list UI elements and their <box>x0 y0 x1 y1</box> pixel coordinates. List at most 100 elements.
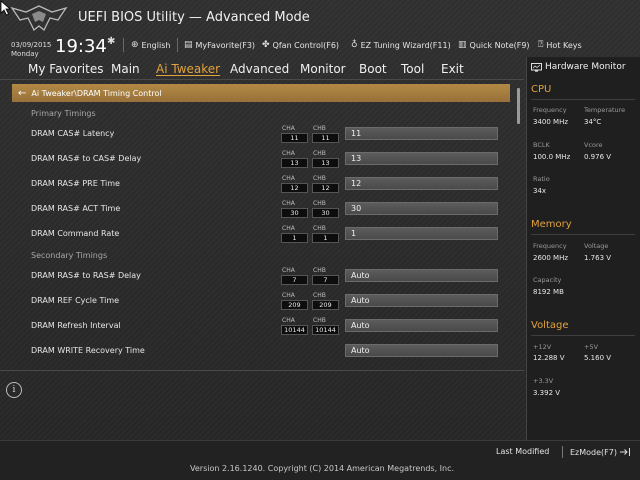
chb-value: 7 <box>312 275 339 285</box>
hot-keys-button[interactable]: ⍰ Hot Keys <box>538 39 582 51</box>
cpu-temperature-value: 34°C <box>584 118 602 126</box>
chb-value: 13 <box>312 158 339 168</box>
memory-capacity-value: 8192 MB <box>533 288 564 296</box>
quick-note-button[interactable]: ▥ Quick Note(F9) <box>458 39 530 51</box>
cpu-temperature-label: Temperature <box>584 106 626 114</box>
dram-ras-to-ras-delay-input[interactable]: Auto <box>345 269 498 282</box>
help-info-panel <box>0 370 524 440</box>
section-title-secondary: Secondary Timings <box>31 251 108 260</box>
note-icon: ▥ <box>458 40 467 50</box>
chb-label: CHB <box>313 292 326 299</box>
menu-boot[interactable]: Boot <box>359 62 387 76</box>
cha-value: 12 <box>281 183 308 193</box>
setting-label: DRAM RAS# PRE Time <box>31 179 120 188</box>
favorite-icon: ▤ <box>184 40 193 50</box>
myfavorite-button[interactable]: ▤ MyFavorite(F3) <box>184 39 255 51</box>
setting-label: DRAM REF Cycle Time <box>31 296 120 305</box>
dram-write-recovery-time-input[interactable]: Auto <box>345 344 498 357</box>
header-divider <box>177 38 178 52</box>
chb-label: CHB <box>313 225 326 232</box>
gear-icon[interactable]: ✱ <box>107 36 115 47</box>
menu-monitor[interactable]: Monitor <box>300 62 346 76</box>
menu-exit[interactable]: Exit <box>441 62 464 76</box>
myfavorite-label: MyFavorite(F3) <box>195 40 256 50</box>
dram-ref-cycle-time-input[interactable]: Auto <box>345 294 498 307</box>
hw-section-voltage: Voltage <box>531 320 569 331</box>
cha-label: CHA <box>282 150 295 157</box>
language-button[interactable]: ⊕ English <box>131 39 170 51</box>
dram-ras-to-cas-delay-input[interactable]: 13 <box>345 152 498 165</box>
cpu-ratio-label: Ratio <box>533 175 550 183</box>
cha-label: CHA <box>282 175 295 182</box>
memory-voltage-value: 1.763 V <box>584 254 612 262</box>
voltage-5v-value: 5.160 V <box>584 354 612 362</box>
menu-advanced[interactable]: Advanced <box>230 62 289 76</box>
menu-ai-tweaker[interactable]: Ai Tweaker <box>156 62 220 76</box>
breadcrumb[interactable]: ← Ai Tweaker\DRAM Timing Control <box>12 84 510 102</box>
voltage-33v-value: 3.392 V <box>533 389 561 397</box>
footer-divider <box>562 446 563 458</box>
chb-label: CHB <box>313 317 326 324</box>
chb-value: 10144 <box>312 325 339 335</box>
globe-icon: ⊕ <box>131 40 139 50</box>
dram-cas-latency-input[interactable]: 11 <box>345 127 498 140</box>
fan-icon: ✤ <box>262 40 270 50</box>
cha-label: CHA <box>282 292 295 299</box>
chb-label: CHB <box>313 175 326 182</box>
ez-tuning-wizard-button[interactable]: ♁ EZ Tuning Wizard(F11) <box>351 39 451 51</box>
dram-ras-act-time-input[interactable]: 30 <box>345 202 498 215</box>
memory-frequency-label: Frequency <box>533 242 567 250</box>
hw-divider <box>531 234 635 235</box>
cpu-bclk-value: 100.0 MHz <box>533 153 571 161</box>
cpu-ratio-value: 34x <box>533 187 547 195</box>
hw-divider <box>531 335 635 336</box>
chb-value: 30 <box>312 208 339 218</box>
section-title-primary: Primary Timings <box>31 109 96 118</box>
app-title: UEFI BIOS Utility — Advanced Mode <box>78 10 310 25</box>
ezmode-button[interactable]: EzMode(F7) <box>570 447 631 457</box>
menu-main[interactable]: Main <box>111 62 140 76</box>
chb-label: CHB <box>313 200 326 207</box>
last-modified-button[interactable]: Last Modified <box>496 447 549 456</box>
ezmode-label: EzMode(F7) <box>570 447 617 457</box>
back-arrow-icon[interactable]: ← <box>18 88 26 99</box>
cha-value: 30 <box>281 208 308 218</box>
hot-keys-label: Hot Keys <box>546 40 582 50</box>
voltage-5v-label: +5V <box>584 343 599 351</box>
tuf-logo <box>10 5 68 32</box>
chb-value: 209 <box>312 300 339 310</box>
dram-refresh-interval-input[interactable]: Auto <box>345 319 498 332</box>
menu-my-favorites[interactable]: My Favorites <box>28 62 103 76</box>
chb-label: CHB <box>313 267 326 274</box>
clock-time[interactable]: 19:34 <box>55 36 107 57</box>
date-text: 03/09/2015 <box>11 41 52 49</box>
dram-command-rate-input[interactable]: 1 <box>345 227 498 240</box>
setting-label: DRAM WRITE Recovery Time <box>31 346 145 355</box>
cpu-frequency-value: 3400 MHz <box>533 118 569 126</box>
voltage-12v-label: +12V <box>533 343 552 351</box>
qfan-control-button[interactable]: ✤ Qfan Control(F6) <box>262 39 339 51</box>
ez-tuning-wizard-label: EZ Tuning Wizard(F11) <box>360 40 451 50</box>
qfan-control-label: Qfan Control(F6) <box>272 40 340 50</box>
settings-scrollbar[interactable] <box>517 88 520 124</box>
dram-ras-pre-time-input[interactable]: 12 <box>345 177 498 190</box>
footer-bar <box>0 440 640 480</box>
header-divider <box>123 38 124 52</box>
chb-value: 12 <box>312 183 339 193</box>
menu-tool[interactable]: Tool <box>401 62 424 76</box>
cha-value: 7 <box>281 275 308 285</box>
cha-value: 209 <box>281 300 308 310</box>
breadcrumb-path: Ai Tweaker\DRAM Timing Control <box>31 88 162 98</box>
cha-label: CHA <box>282 200 295 207</box>
cha-label: CHA <box>282 317 295 324</box>
memory-frequency-value: 2600 MHz <box>533 254 569 262</box>
bulb-icon: ♁ <box>351 40 358 50</box>
help-icon: ⍰ <box>538 40 544 50</box>
copyright-text: Version 2.16.1240. Copyright (C) 2014 Am… <box>190 464 455 473</box>
hardware-monitor-header: Hardware Monitor <box>531 62 626 72</box>
cha-value: 11 <box>281 133 308 143</box>
setting-label: DRAM RAS# ACT Time <box>31 204 121 213</box>
hw-section-cpu: CPU <box>531 84 552 95</box>
chb-value: 11 <box>312 133 339 143</box>
setting-label: DRAM Refresh Interval <box>31 321 121 330</box>
